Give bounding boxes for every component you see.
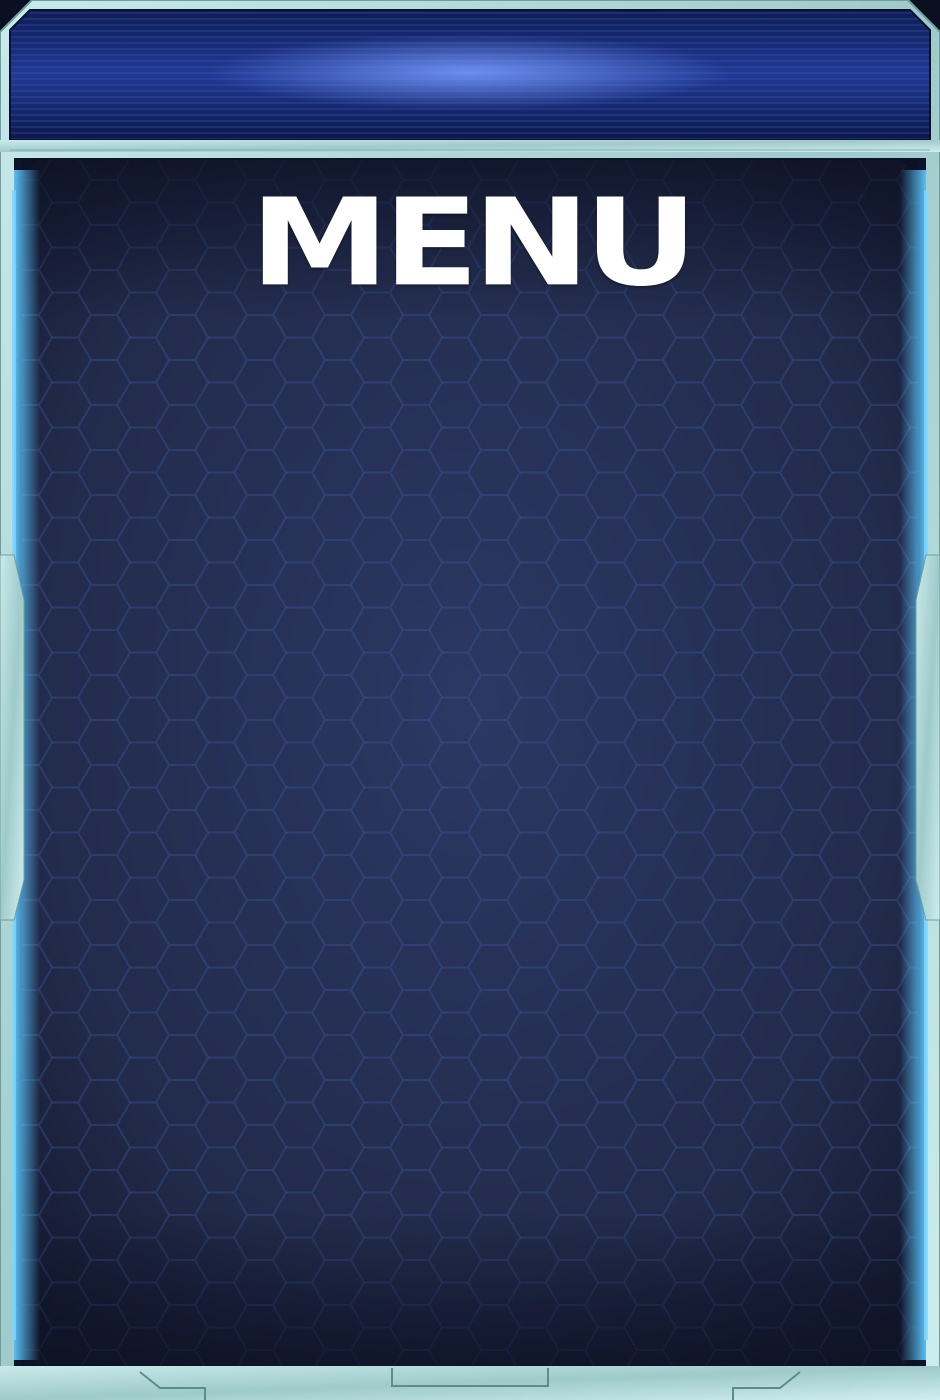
header-band [9, 9, 931, 141]
menu-window: MENU [0, 0, 940, 1400]
content-panel [14, 158, 926, 1366]
menu-title: MENU [250, 173, 698, 314]
